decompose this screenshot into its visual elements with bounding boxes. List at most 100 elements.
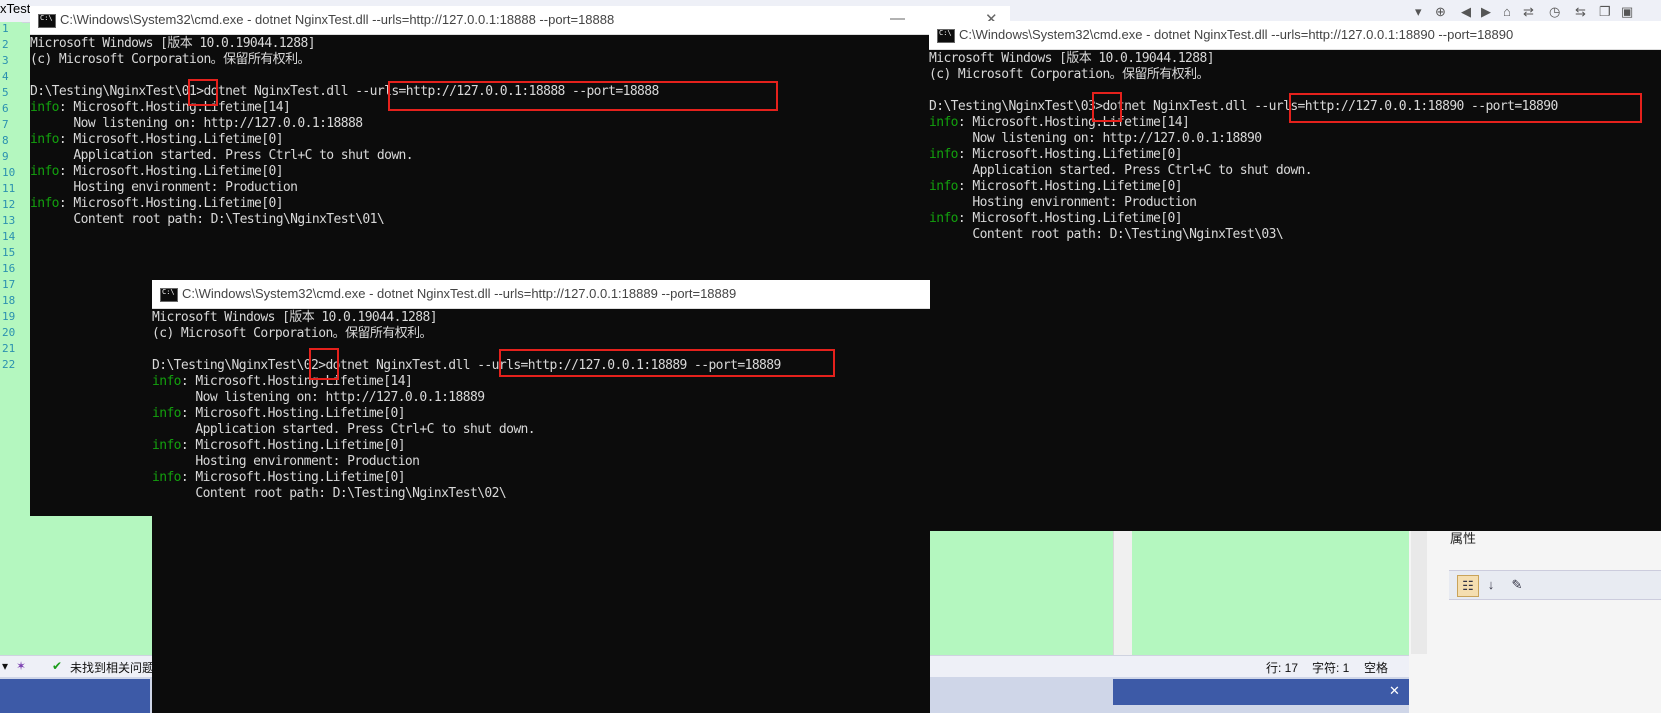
console-text: : Microsoft.Hosting.Lifetime[0] bbox=[180, 470, 406, 485]
cmd-window-03[interactable]: C:\Windows\System32\cmd.exe - dotnet Ngi… bbox=[929, 21, 1661, 531]
console-text: Now listening on: http://127.0.0.1:18888 bbox=[30, 116, 363, 131]
line-number: 3 bbox=[2, 54, 9, 67]
output-pane-tab[interactable] bbox=[0, 679, 150, 713]
log-level-label: info bbox=[152, 470, 182, 485]
row-indicator[interactable]: 行: 17 bbox=[1266, 659, 1298, 676]
properties-toolbar: ☷ ↓ ✎ bbox=[1449, 570, 1661, 600]
console-line: info: Microsoft.Hosting.Lifetime[0] bbox=[929, 147, 1661, 163]
line-number: 14 bbox=[2, 230, 16, 243]
cmd-titlebar[interactable]: C:\Windows\System32\cmd.exe - dotnet Ngi… bbox=[929, 21, 1661, 50]
console-line: (c) Microsoft Corporation。保留所有权利。 bbox=[929, 67, 1661, 83]
console-text: : Microsoft.Hosting.Lifetime[0] bbox=[58, 196, 284, 211]
console-line: Microsoft Windows [版本 10.0.19044.1288] bbox=[929, 51, 1661, 67]
highlight-folder-03 bbox=[1092, 92, 1122, 122]
line-number: 8 bbox=[2, 134, 9, 147]
sync-icon[interactable]: ⇆ bbox=[1575, 4, 1586, 20]
line-number: 6 bbox=[2, 102, 9, 115]
hints-icon[interactable]: ✶ bbox=[16, 659, 26, 673]
console-line: Now listening on: http://127.0.0.1:18890 bbox=[929, 131, 1661, 147]
col-indicator[interactable]: 字符: 1 bbox=[1312, 659, 1349, 676]
copy-icon[interactable]: ❐ bbox=[1599, 4, 1611, 20]
line-number: 12 bbox=[2, 198, 16, 211]
console-text: Microsoft Windows [版本 10.0.19044.1288] bbox=[152, 310, 438, 325]
cmd-app-icon bbox=[160, 288, 178, 302]
cmd-title: C:\Windows\System32\cmd.exe - dotnet Ngi… bbox=[182, 286, 737, 301]
cmd-title: C:\Windows\System32\cmd.exe - dotnet Ngi… bbox=[60, 12, 615, 27]
switch-view-icon[interactable]: ⇄ bbox=[1523, 4, 1534, 20]
line-number: 19 bbox=[2, 310, 16, 323]
console-text: : Microsoft.Hosting.Lifetime[0] bbox=[180, 438, 406, 453]
console-text: Application started. Press Ctrl+C to shu… bbox=[929, 163, 1313, 178]
dropdown-arrow-icon[interactable]: ▾ bbox=[2, 659, 8, 673]
cmd-app-icon bbox=[38, 14, 56, 28]
console-line: info: Microsoft.Hosting.Lifetime[0] bbox=[30, 132, 1010, 148]
console-text: : Microsoft.Hosting.Lifetime[0] bbox=[180, 406, 406, 421]
console-text: (c) Microsoft Corporation。保留所有权利。 bbox=[152, 326, 432, 341]
indent-indicator[interactable]: 空格 bbox=[1364, 659, 1388, 676]
console-text: Content root path: D:\Testing\NginxTest\… bbox=[929, 227, 1284, 242]
line-number: 7 bbox=[2, 118, 9, 131]
line-number: 5 bbox=[2, 86, 9, 99]
close-icon[interactable]: ✕ bbox=[1389, 683, 1400, 699]
line-number: 4 bbox=[2, 70, 9, 83]
highlight-folder-02 bbox=[309, 348, 339, 380]
cmd-app-icon bbox=[937, 29, 955, 43]
console-line: Hosting environment: Production bbox=[929, 195, 1661, 211]
log-level-label: info bbox=[152, 438, 182, 453]
minimize-icon[interactable]: — bbox=[890, 10, 905, 27]
line-number: 17 bbox=[2, 278, 16, 291]
highlight-args-01 bbox=[388, 81, 778, 111]
console-text: : Microsoft.Hosting.Lifetime[0] bbox=[58, 132, 284, 147]
collapse-all-icon[interactable]: ▣ bbox=[1621, 4, 1633, 20]
console-line: Now listening on: http://127.0.0.1:18888 bbox=[30, 116, 1010, 132]
console-text: : Microsoft.Hosting.Lifetime[0] bbox=[957, 211, 1183, 226]
home-icon[interactable]: ⌂ bbox=[1503, 4, 1511, 19]
console-line: Application started. Press Ctrl+C to shu… bbox=[30, 148, 1010, 164]
collapse-icon[interactable]: ▾ bbox=[1415, 4, 1422, 20]
line-number: 2 bbox=[2, 38, 9, 51]
console-line: (c) Microsoft Corporation。保留所有权利。 bbox=[30, 52, 1010, 68]
alphabetical-icon[interactable]: ↓ bbox=[1481, 575, 1501, 595]
issues-status[interactable]: 未找到相关问题 bbox=[70, 659, 154, 676]
ide-tab-title[interactable]: xTest bbox=[0, 1, 30, 16]
line-number: 21 bbox=[2, 342, 16, 355]
line-number: 16 bbox=[2, 262, 16, 275]
line-number: 18 bbox=[2, 294, 16, 307]
cmd-titlebar[interactable]: C:\Windows\System32\cmd.exe - dotnet Ngi… bbox=[152, 280, 930, 309]
console-line: info: Microsoft.Hosting.Lifetime[0] bbox=[30, 196, 1010, 212]
cmd-titlebar[interactable]: C:\Windows\System32\cmd.exe - dotnet Ngi… bbox=[30, 6, 1010, 35]
log-level-label: info bbox=[30, 132, 60, 147]
highlight-args-02 bbox=[499, 349, 835, 377]
console-text: Microsoft Windows [版本 10.0.19044.1288] bbox=[30, 36, 316, 51]
line-number: 10 bbox=[2, 166, 16, 179]
console-text: : Microsoft.Hosting.Lifetime[14] bbox=[957, 115, 1190, 130]
forward-icon[interactable]: ▶ bbox=[1481, 4, 1491, 20]
console-text: (c) Microsoft Corporation。保留所有权利。 bbox=[30, 52, 310, 67]
console-line: Content root path: D:\Testing\NginxTest\… bbox=[929, 227, 1661, 243]
console-text: (c) Microsoft Corporation。保留所有权利。 bbox=[929, 67, 1209, 82]
line-number: 15 bbox=[2, 246, 16, 259]
line-number-gutter: 1 2 3 4 5 6 7 8 9 10 11 12 13 14 15 16 17 18 19 20 21 22 bbox=[0, 22, 22, 662]
history-icon[interactable]: ◷ bbox=[1549, 4, 1560, 20]
categorized-icon[interactable]: ☷ bbox=[1457, 575, 1479, 597]
panel-header: ✕ bbox=[1113, 679, 1409, 705]
console-line: Now listening on: http://127.0.0.1:18889 bbox=[152, 390, 930, 406]
log-level-label: info bbox=[929, 211, 959, 226]
console-line: Hosting environment: Production bbox=[30, 180, 1010, 196]
console-line: info: Microsoft.Hosting.Lifetime[0] bbox=[152, 438, 930, 454]
pin-icon[interactable]: ⊕ bbox=[1435, 4, 1446, 20]
log-level-label: info bbox=[30, 164, 60, 179]
back-icon[interactable]: ◀ bbox=[1461, 4, 1471, 20]
console-text: : Microsoft.Hosting.Lifetime[0] bbox=[58, 164, 284, 179]
console-text: : Microsoft.Hosting.Lifetime[14] bbox=[180, 374, 413, 389]
console-line: Content root path: D:\Testing\NginxTest\… bbox=[30, 212, 1010, 228]
log-level-label: info bbox=[30, 196, 60, 211]
cmd-window-02[interactable]: C:\Windows\System32\cmd.exe - dotnet Ngi… bbox=[152, 280, 930, 713]
highlight-folder-01 bbox=[188, 79, 218, 106]
log-level-label: info bbox=[929, 115, 959, 130]
console-text: Microsoft Windows [版本 10.0.19044.1288] bbox=[929, 51, 1215, 66]
cmd-title: C:\Windows\System32\cmd.exe - dotnet Ngi… bbox=[959, 27, 1514, 42]
console-line: info: Microsoft.Hosting.Lifetime[0] bbox=[30, 164, 1010, 180]
console-line: Microsoft Windows [版本 10.0.19044.1288] bbox=[30, 36, 1010, 52]
wrench-icon[interactable]: ✎ bbox=[1507, 575, 1527, 595]
